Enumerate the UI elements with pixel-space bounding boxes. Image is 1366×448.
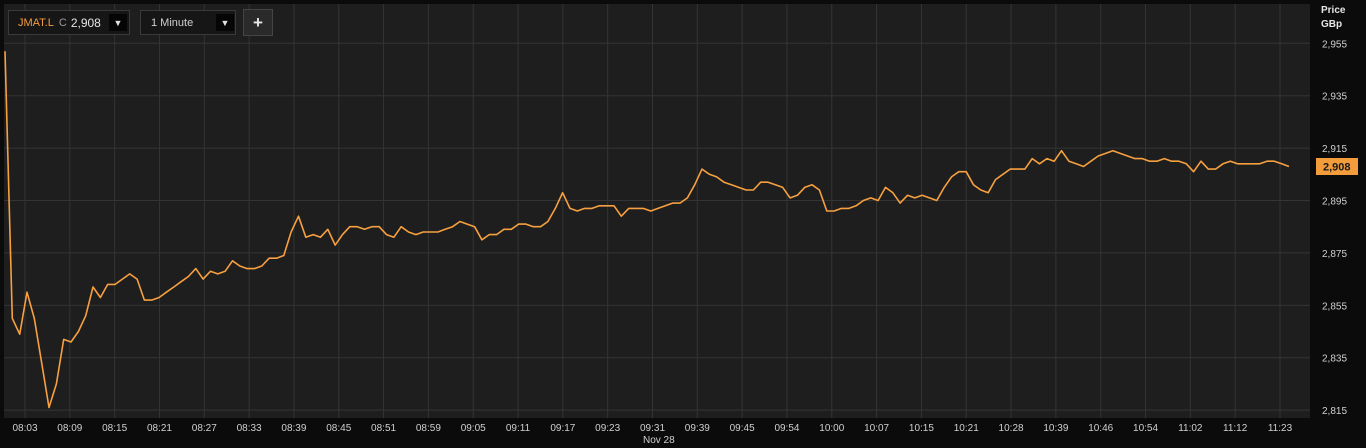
time-tick-label: 09:23 <box>595 423 620 434</box>
symbol-selector[interactable]: JMAT.L C 2,908 ▼ <box>8 10 130 35</box>
time-tick-label: 08:03 <box>12 423 37 434</box>
price-tick-label: 2,935 <box>1322 92 1347 103</box>
time-tick-label: 09:45 <box>730 423 755 434</box>
time-tick-label: 11:12 <box>1223 423 1248 434</box>
time-axis-ticks: 08:03 08:09 08:15 08:21 08:27 08:33 08:39 08:45… <box>12 423 1292 434</box>
price-tick-label: 2,815 <box>1322 406 1347 417</box>
time-tick-label: 08:51 <box>371 423 396 434</box>
price-axis-unit: GBp <box>1321 19 1343 30</box>
time-tick-label: 08:27 <box>192 423 217 434</box>
time-tick-label: 08:59 <box>416 423 441 434</box>
price-tick-label: 2,915 <box>1322 144 1347 155</box>
add-indicator-button[interactable]: + <box>243 9 273 36</box>
time-tick-label: 11:02 <box>1178 423 1203 434</box>
price-tick-label: 2,895 <box>1322 197 1347 208</box>
time-tick-label: 10:39 <box>1043 423 1068 434</box>
close-prefix: C <box>58 16 67 29</box>
time-tick-label: 10:28 <box>999 423 1024 434</box>
plot-background <box>4 4 1310 418</box>
time-tick-label: 08:21 <box>147 423 172 434</box>
time-tick-label: 09:11 <box>506 423 531 434</box>
time-tick-label: 10:07 <box>864 423 889 434</box>
time-tick-label: 09:31 <box>640 423 665 434</box>
time-tick-label: 10:54 <box>1133 423 1158 434</box>
interval-selector[interactable]: 1 Minute ▼ <box>140 10 236 35</box>
triangle-down-icon[interactable]: ▼ <box>216 14 234 31</box>
time-tick-label: 10:46 <box>1088 423 1113 434</box>
time-tick-label: 08:39 <box>281 423 306 434</box>
time-tick-label: 11:23 <box>1268 423 1293 434</box>
time-tick-label: 10:21 <box>954 423 979 434</box>
time-tick-label: 09:17 <box>550 423 575 434</box>
last-value: 2,908 <box>70 15 101 30</box>
date-label: Nov 28 <box>643 435 675 446</box>
time-tick-label: 10:15 <box>909 423 934 434</box>
plus-icon: + <box>253 12 263 32</box>
price-tick-label: 2,835 <box>1322 354 1347 365</box>
time-tick-label: 08:45 <box>326 423 351 434</box>
price-axis-title: Price <box>1321 5 1346 16</box>
triangle-down-icon[interactable]: ▼ <box>109 14 127 31</box>
price-tick-label: 2,875 <box>1322 249 1347 260</box>
interval-label: 1 Minute <box>151 16 194 29</box>
price-tick-label: 2,955 <box>1322 39 1347 50</box>
current-price-tag-text: 2,908 <box>1323 162 1351 174</box>
symbol-label: JMAT.L <box>18 16 54 29</box>
time-tick-label: 09:54 <box>774 423 799 434</box>
current-price-tag: 2,908 <box>1316 158 1358 175</box>
time-tick-label: 08:09 <box>57 423 82 434</box>
price-tick-label: 2,855 <box>1322 301 1347 312</box>
time-tick-label: 08:33 <box>237 423 262 434</box>
time-tick-label: 09:39 <box>685 423 710 434</box>
time-tick-label: 08:15 <box>102 423 127 434</box>
price-chart[interactable]: 2,955 2,935 2,915 2,895 2,875 2,855 2,835 2,815… <box>0 0 1366 448</box>
time-tick-label: 09:05 <box>461 423 486 434</box>
time-tick-label: 10:00 <box>819 423 844 434</box>
